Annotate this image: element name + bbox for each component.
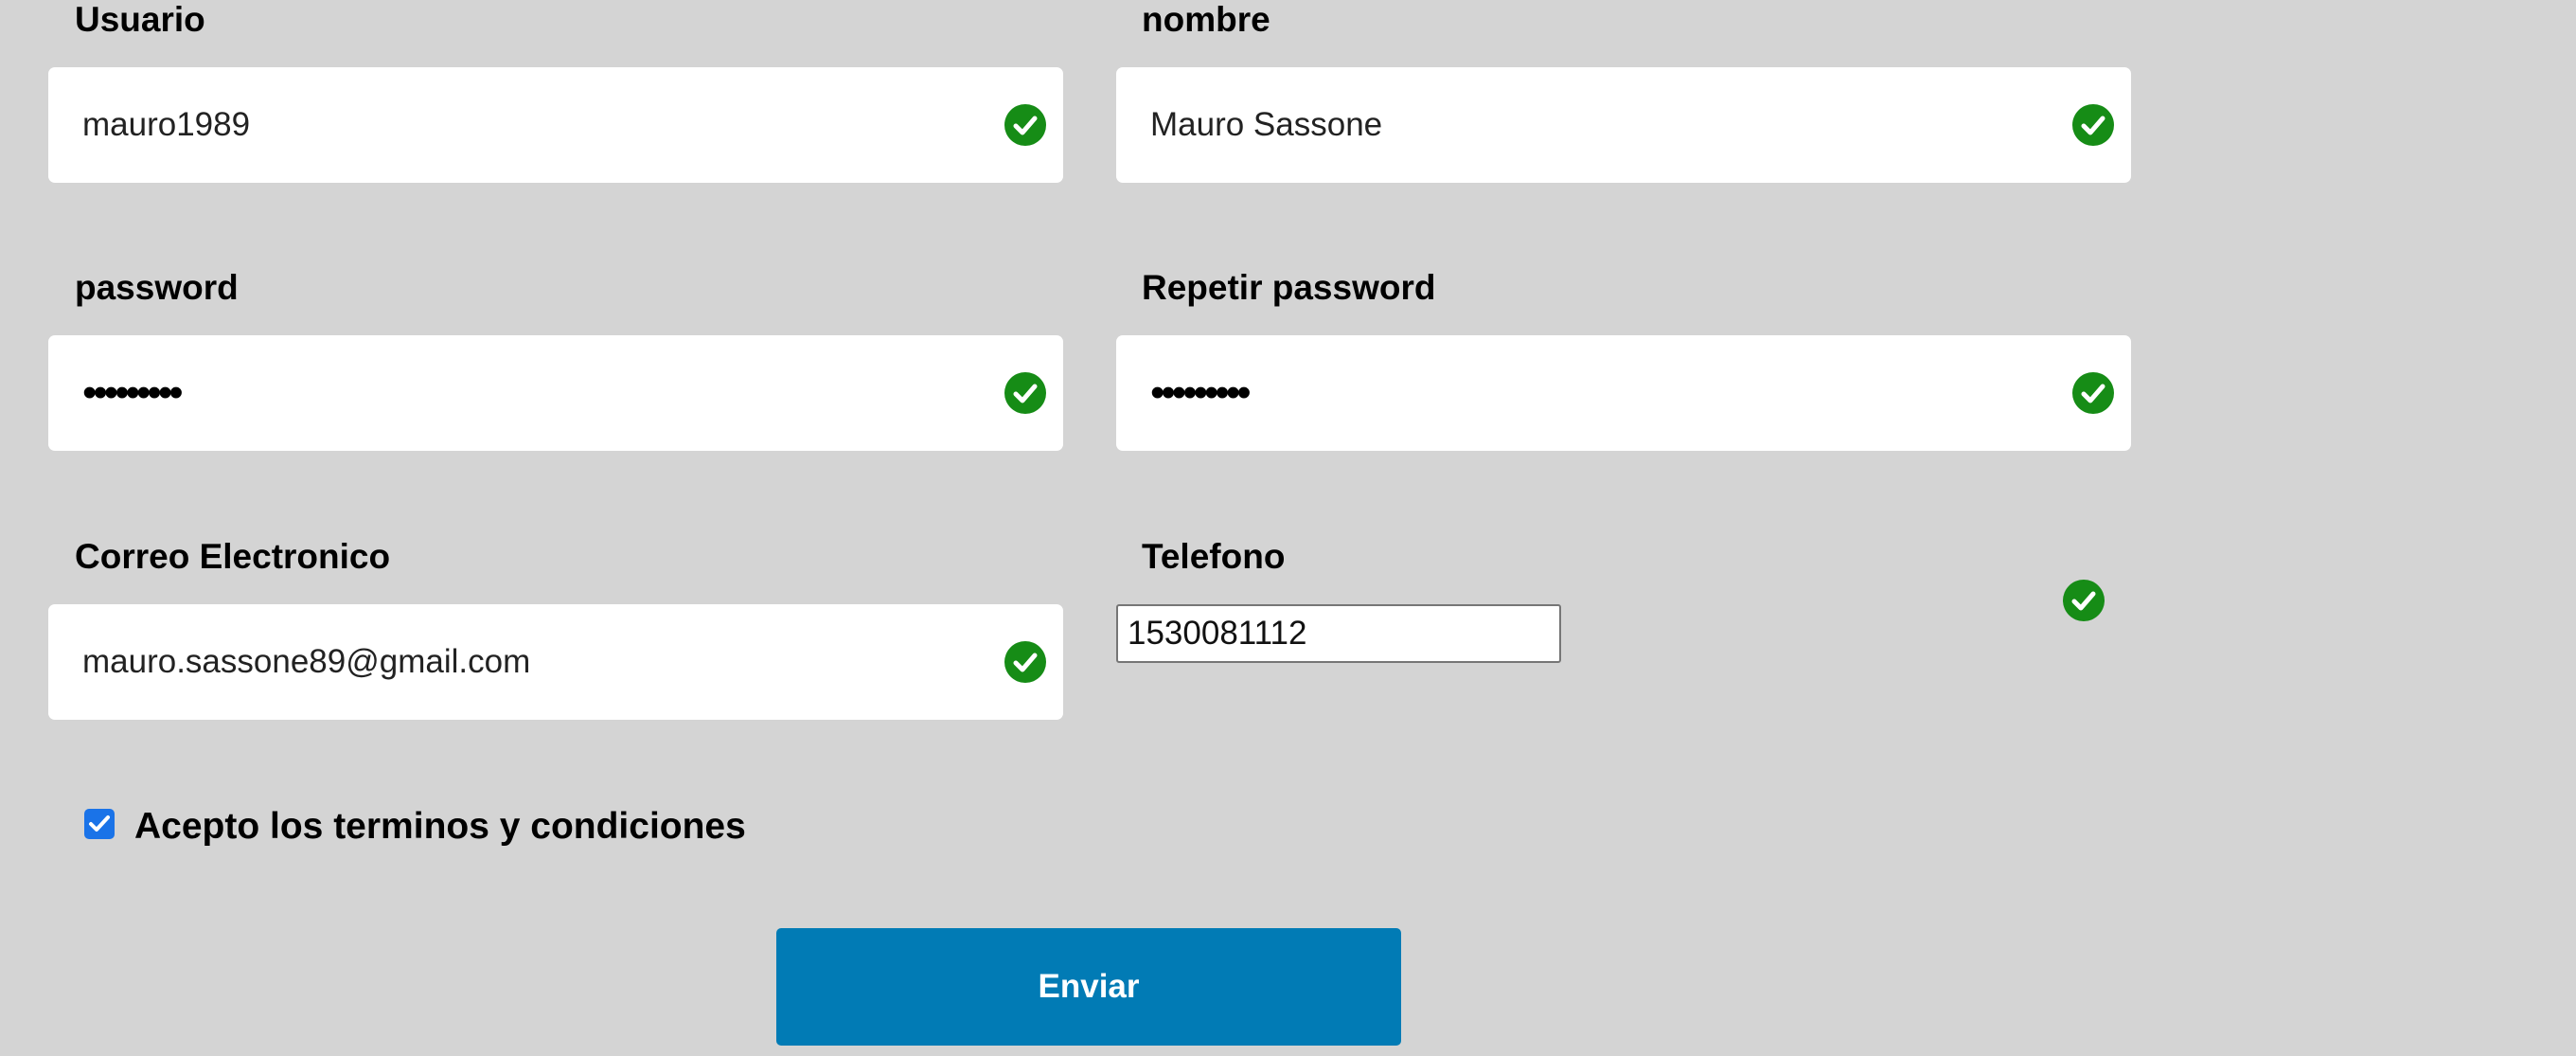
repetir-password-field[interactable]: ••••••••• [1116, 335, 2131, 451]
registration-form: Usuario mauro1989 nombre Mauro Sassone p… [0, 0, 2576, 1056]
nombre-label: nombre [1142, 0, 1270, 39]
password-value: ••••••••• [82, 369, 184, 416]
check-circle-icon [2063, 580, 2105, 621]
telefono-label: Telefono [1142, 537, 1286, 576]
nombre-field[interactable]: Mauro Sassone [1116, 67, 2131, 183]
correo-field[interactable]: mauro.sassone89@gmail.com [48, 604, 1063, 720]
password-label: password [75, 268, 239, 307]
password-field[interactable]: ••••••••• [48, 335, 1063, 451]
terms-checkbox[interactable] [84, 809, 115, 839]
check-circle-icon [2072, 104, 2114, 146]
check-circle-icon [2072, 372, 2114, 414]
check-circle-icon [1004, 641, 1046, 683]
terms-label[interactable]: Acepto los terminos y condiciones [134, 808, 746, 845]
correo-label: Correo Electronico [75, 537, 391, 576]
enviar-button[interactable]: Enviar [776, 928, 1401, 1046]
correo-value: mauro.sassone89@gmail.com [82, 643, 531, 680]
repetir-password-label: Repetir password [1142, 268, 1436, 307]
telefono-input[interactable]: 1530081112 [1116, 604, 1561, 663]
nombre-value: Mauro Sassone [1150, 106, 1383, 143]
check-circle-icon [1004, 104, 1046, 146]
usuario-label: Usuario [75, 0, 205, 39]
usuario-value: mauro1989 [82, 106, 251, 143]
repetir-password-value: ••••••••• [1150, 369, 1252, 416]
usuario-field[interactable]: mauro1989 [48, 67, 1063, 183]
check-circle-icon [1004, 372, 1046, 414]
